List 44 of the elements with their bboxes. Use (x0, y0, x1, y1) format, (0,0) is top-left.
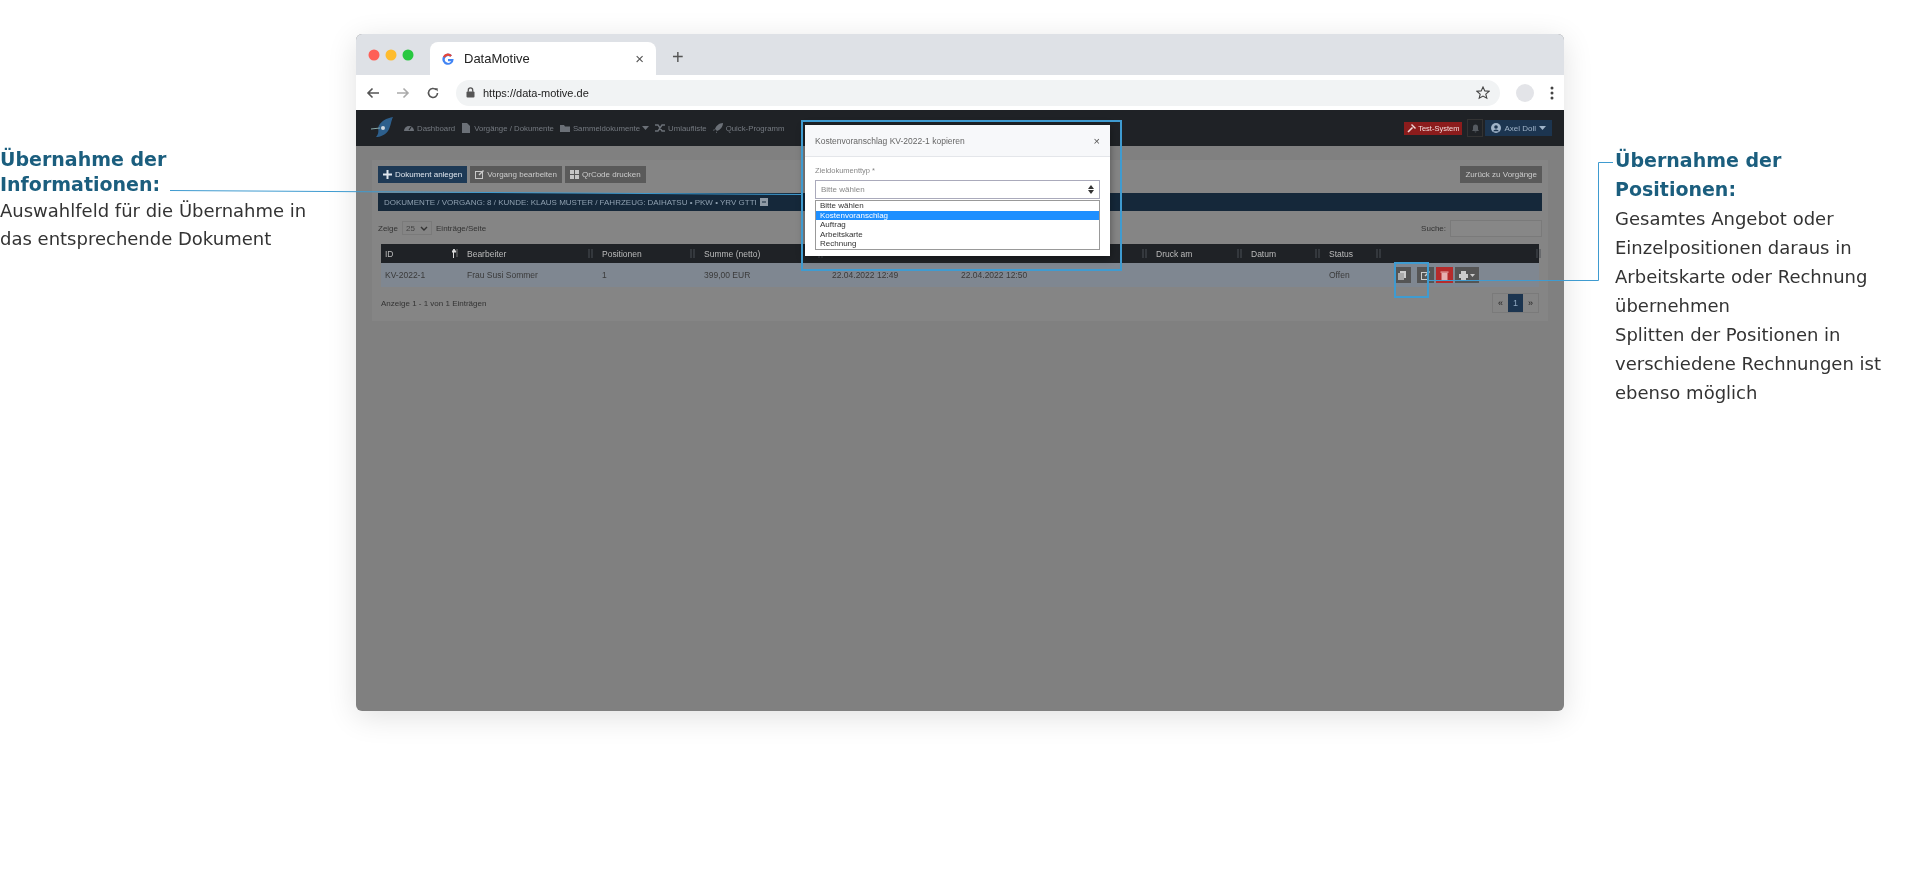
annotation-text: Gesamtes Angebot oder Einzelpositionen daraus in Arbeitskarte oder Rechnung übernehmen (1615, 207, 1869, 318)
table-info: Anzeige 1 - 1 von 1 Einträgen (381, 298, 487, 308)
column-header[interactable]: Summe (netto) (704, 248, 761, 259)
table-cell: KV-2022-1 (385, 270, 426, 280)
user-menu-button[interactable]: Axel Doll (1485, 120, 1552, 136)
back-button[interactable]: Zurück zu Vorgänge (1460, 166, 1542, 183)
column-header[interactable]: Druck am (1156, 248, 1193, 259)
table-cell: Frau Susi Sommer (467, 270, 538, 280)
tab-title: DataMotive (464, 51, 531, 66)
browser-tab[interactable]: DataMotive × (430, 42, 656, 75)
column-header[interactable]: ID (385, 248, 394, 259)
column-header[interactable]: Datum (1251, 248, 1277, 259)
column-header[interactable]: Status (1329, 248, 1354, 259)
dropdown-option[interactable]: Auftrag (816, 220, 1099, 230)
table-cell: Offen (1329, 270, 1350, 280)
column-header[interactable]: Bearbeiter (467, 248, 507, 259)
annotation-text: Auswahlfeld für die Übernahme in das entsprechende Dokument (0, 199, 308, 251)
annotation-title: Übernahme der Positionen: (1615, 147, 1783, 202)
annotation-title: Übernahme der Informationen: (0, 147, 168, 197)
address-field[interactable]: https://data-motive.de (456, 79, 1500, 106)
length-label: Zeige (378, 223, 398, 233)
table-cell: 1 (602, 270, 607, 280)
dropdown-option[interactable]: Rechnung (816, 239, 1099, 249)
toolbar-button[interactable]: QrCode drucken (565, 166, 646, 183)
dropdown-option[interactable]: Arbeitskarte (816, 229, 1099, 240)
toolbar-button[interactable]: Dokument anlegen (378, 166, 468, 183)
table-cell: 22.04.2022 12:50 (961, 270, 1028, 280)
table-cell: 22.04.2022 12:49 (832, 270, 899, 280)
panel-title: DOKUMENTE / VORGANG: 8 / KUNDE: KLAUS MUSTER / FAHRZEUG: DAIHATSU • PKW • YRV GTTI (384, 197, 757, 207)
new-tab-button[interactable]: + (672, 46, 684, 69)
dropdown-option[interactable]: Bitte wählen (816, 201, 1099, 211)
length-label: Einträge/Seite (436, 223, 487, 233)
table-cell: 399,00 EUR (704, 270, 751, 280)
dialog-title: Kostenvoranschlag KV-2022-1 kopieren (815, 135, 965, 146)
page-button[interactable]: 1 (1508, 294, 1523, 312)
document-type-select[interactable]: Bitte wählen (815, 180, 1100, 199)
close-button[interactable]: × (1093, 134, 1100, 147)
close-tab-button[interactable]: × (635, 50, 644, 67)
column-header[interactable]: Positionen (602, 248, 642, 259)
page-button[interactable]: « (1493, 294, 1508, 312)
page-button[interactable]: » (1523, 294, 1538, 312)
annotation-text: Splitten der Positionen in verschiedene Rechnungen ist ebenso möglich (1615, 323, 1882, 405)
toolbar-button[interactable]: Vorgang bearbeiten (470, 166, 562, 183)
search-label: Suche: (1421, 223, 1446, 233)
